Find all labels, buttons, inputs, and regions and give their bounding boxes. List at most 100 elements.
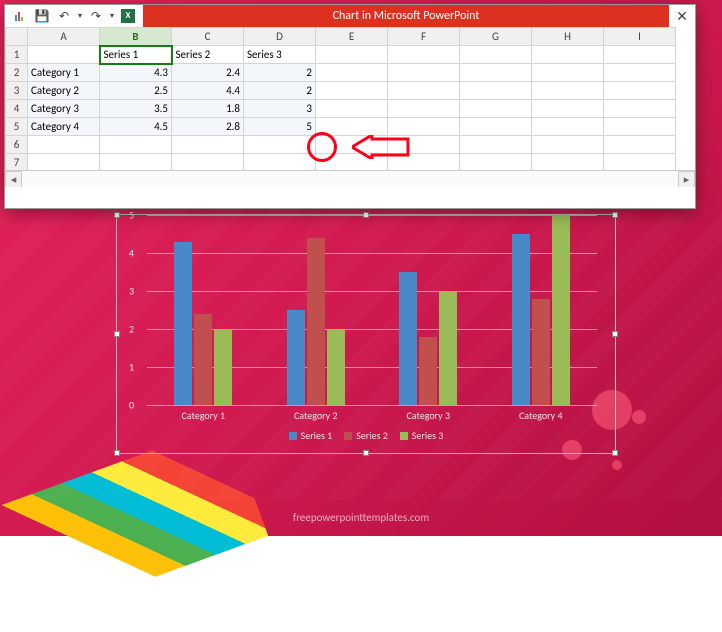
cell-a4[interactable]: Category 3 [28, 100, 100, 118]
cell-a3[interactable]: Category 2 [28, 82, 100, 100]
cell[interactable] [460, 100, 532, 118]
cell[interactable] [604, 154, 676, 172]
cell[interactable] [388, 64, 460, 82]
row-header-5[interactable]: 5 [6, 118, 28, 136]
row-header-4[interactable]: 4 [6, 100, 28, 118]
horizontal-scrollbar[interactable]: ◂ ▸ [5, 170, 695, 187]
resize-handle[interactable] [114, 331, 120, 337]
col-header-d[interactable]: D [244, 28, 316, 46]
row-header-6[interactable]: 6 [6, 136, 28, 154]
row-header-3[interactable]: 3 [6, 82, 28, 100]
scroll-left-icon[interactable]: ◂ [5, 171, 22, 187]
cell-d1[interactable]: Series 3 [244, 46, 316, 64]
resize-handle[interactable] [363, 450, 369, 456]
cell[interactable] [316, 82, 388, 100]
category-label: Category 4 [519, 409, 563, 422]
redo-dropdown-icon[interactable]: ▾ [107, 5, 117, 27]
cell-c2[interactable]: 2.4 [172, 64, 244, 82]
undo-dropdown-icon[interactable]: ▾ [75, 5, 85, 27]
close-button[interactable]: ✕ [669, 5, 695, 27]
cell[interactable] [532, 46, 604, 64]
cell[interactable] [244, 136, 316, 154]
cell[interactable] [316, 100, 388, 118]
cell[interactable] [532, 136, 604, 154]
cell[interactable] [604, 64, 676, 82]
resize-handle[interactable] [612, 331, 618, 337]
cell-b3[interactable]: 2.5 [100, 82, 172, 100]
cell[interactable] [388, 100, 460, 118]
col-header-a[interactable]: A [28, 28, 100, 46]
chart-object[interactable]: 012345 Category 1Category 2Category 3Cat… [116, 214, 616, 454]
cell-c3[interactable]: 4.4 [172, 82, 244, 100]
cell-d2[interactable]: 2 [244, 64, 316, 82]
cell-d5[interactable]: 5 [244, 118, 316, 136]
cell-b1[interactable]: Series 1 [100, 46, 172, 64]
chart-icon[interactable] [9, 5, 31, 27]
cell[interactable] [604, 118, 676, 136]
cell[interactable] [316, 64, 388, 82]
legend-chip-icon [344, 432, 352, 440]
col-header-c[interactable]: C [172, 28, 244, 46]
resize-handle[interactable] [612, 212, 618, 218]
row-header-7[interactable]: 7 [6, 154, 28, 172]
resize-handle[interactable] [114, 212, 120, 218]
col-header-h[interactable]: H [532, 28, 604, 46]
footer-text: freepowerpointtemplates.com [0, 511, 722, 524]
chart-plot-area: 012345 [147, 215, 597, 405]
cell[interactable] [460, 64, 532, 82]
cell-b4[interactable]: 3.5 [100, 100, 172, 118]
cell[interactable] [388, 46, 460, 64]
cell-d4[interactable]: 3 [244, 100, 316, 118]
redo-icon[interactable]: ↷ [85, 5, 107, 27]
cell[interactable] [532, 82, 604, 100]
cell[interactable] [100, 154, 172, 172]
col-header-b[interactable]: B [100, 28, 172, 46]
cell-c1[interactable]: Series 2 [172, 46, 244, 64]
cell[interactable] [604, 100, 676, 118]
cell[interactable] [604, 46, 676, 64]
col-header-f[interactable]: F [388, 28, 460, 46]
resize-handle[interactable] [612, 450, 618, 456]
cell-c4[interactable]: 1.8 [172, 100, 244, 118]
cell-a2[interactable]: Category 1 [28, 64, 100, 82]
cell[interactable] [460, 82, 532, 100]
cell[interactable] [172, 154, 244, 172]
cell-b2[interactable]: 4.3 [100, 64, 172, 82]
row-header-2[interactable]: 2 [6, 64, 28, 82]
save-icon[interactable]: 💾 [31, 5, 53, 27]
cell[interactable] [316, 46, 388, 64]
cell[interactable] [244, 154, 316, 172]
col-header-e[interactable]: E [316, 28, 388, 46]
cell[interactable] [28, 136, 100, 154]
cell[interactable] [460, 118, 532, 136]
cell[interactable] [100, 136, 172, 154]
cell[interactable] [460, 46, 532, 64]
scroll-right-icon[interactable]: ▸ [678, 171, 695, 187]
row-header-1[interactable]: 1 [6, 46, 28, 64]
select-all-corner[interactable] [6, 28, 28, 46]
resize-handle[interactable] [114, 450, 120, 456]
cell-d3[interactable]: 2 [244, 82, 316, 100]
cell-b5[interactable]: 4.5 [100, 118, 172, 136]
cell[interactable] [604, 82, 676, 100]
cell-a5[interactable]: Category 4 [28, 118, 100, 136]
cell[interactable] [532, 100, 604, 118]
cell[interactable] [532, 118, 604, 136]
cell[interactable] [388, 118, 460, 136]
excel-icon[interactable]: X [117, 5, 139, 27]
cell[interactable] [532, 64, 604, 82]
cell[interactable] [388, 82, 460, 100]
cell[interactable] [28, 154, 100, 172]
cell-a1[interactable] [28, 46, 100, 64]
spreadsheet-grid[interactable]: A B C D E F G H I 1 Series 1 Series 2 Se… [5, 27, 695, 187]
cell-c5[interactable]: 2.8 [172, 118, 244, 136]
cell[interactable] [532, 154, 604, 172]
cell[interactable] [460, 136, 532, 154]
undo-icon[interactable]: ↶ [53, 5, 75, 27]
cell[interactable] [460, 154, 532, 172]
cell[interactable] [604, 136, 676, 154]
cell[interactable] [172, 136, 244, 154]
col-header-i[interactable]: I [604, 28, 676, 46]
col-header-g[interactable]: G [460, 28, 532, 46]
scroll-track[interactable] [22, 171, 678, 187]
